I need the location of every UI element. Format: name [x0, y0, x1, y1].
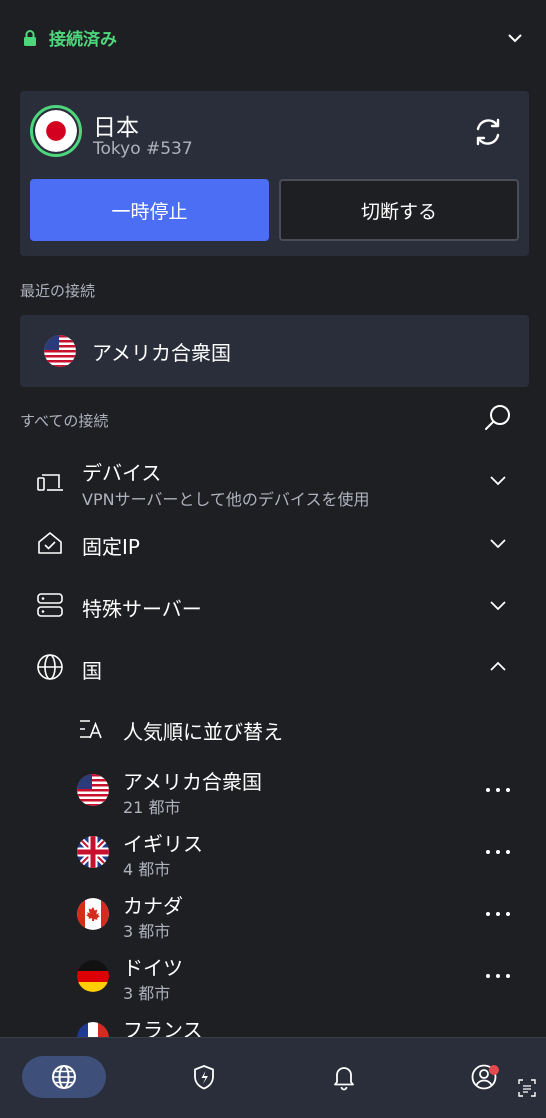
- recent-connections-heading: 最近の接続: [20, 282, 96, 300]
- chevron-down-icon[interactable]: [506, 29, 524, 47]
- pause-button[interactable]: 一時停止: [30, 179, 269, 241]
- bottom-navigation: [0, 1037, 546, 1118]
- country-name: カナダ: [123, 894, 183, 918]
- globe-icon: [37, 654, 63, 680]
- country-item-de[interactable]: ドイツ 3 都市: [0, 946, 546, 1008]
- notification-badge: [489, 1065, 499, 1075]
- lock-icon: [24, 29, 36, 46]
- servers-icon: [37, 593, 63, 617]
- category-subtitle: VPNサーバーとして他のデバイスを使用: [82, 490, 370, 509]
- chevron-down-icon: [490, 601, 506, 611]
- country-item-ca[interactable]: カナダ 3 都市: [0, 884, 546, 946]
- screenshot-scan-icon[interactable]: [518, 1079, 536, 1097]
- connection-status-bar[interactable]: 接続済み: [0, 0, 546, 75]
- country-name: アメリカ合衆国: [123, 770, 262, 794]
- recent-connection-item[interactable]: アメリカ合衆国: [20, 315, 529, 387]
- us-flag-icon: [77, 774, 109, 806]
- canada-flag-icon: [77, 898, 109, 930]
- recent-connection-name: アメリカ合衆国: [92, 340, 231, 365]
- connection-status-text: 接続済み: [49, 30, 117, 50]
- category-specialty-servers[interactable]: 特殊サーバー: [0, 586, 546, 626]
- refresh-icon[interactable]: [471, 115, 505, 149]
- nav-threat-protection[interactable]: [176, 1056, 232, 1098]
- country-name: イギリス: [123, 832, 203, 856]
- bell-icon: [334, 1067, 354, 1091]
- connected-country: 日本: [93, 115, 139, 141]
- country-list: アメリカ合衆国 21 都市 イギリス 4 都市 カナダ 3 都市 ドイツ 3 都…: [0, 760, 546, 1037]
- more-options-icon[interactable]: [484, 906, 512, 922]
- category-title: デバイス: [82, 461, 162, 485]
- globe-icon: [52, 1065, 76, 1089]
- nav-notifications[interactable]: [316, 1056, 372, 1098]
- devices-icon: [37, 474, 63, 491]
- country-name: ドイツ: [123, 956, 183, 980]
- disconnect-button[interactable]: 切断する: [279, 179, 519, 241]
- category-title: 固定IP: [82, 535, 140, 559]
- country-name: フランス: [123, 1018, 203, 1037]
- category-devices[interactable]: デバイス VPNサーバーとして他のデバイスを使用: [0, 452, 546, 512]
- connected-server-card: 日本 Tokyo #537 一時停止 切断する: [20, 91, 529, 256]
- country-item-gb[interactable]: イギリス 4 都市: [0, 822, 546, 884]
- shield-bolt-icon: [194, 1065, 214, 1090]
- germany-flag-icon: [77, 960, 109, 992]
- country-city-count: 3 都市: [123, 984, 171, 1003]
- sort-icon: [80, 720, 102, 739]
- chevron-down-icon: [490, 476, 506, 486]
- category-static-ip[interactable]: 固定IP: [0, 524, 546, 564]
- search-icon[interactable]: [483, 403, 513, 433]
- more-options-icon[interactable]: [484, 844, 512, 860]
- country-item-us[interactable]: アメリカ合衆国 21 都市: [0, 760, 546, 822]
- connected-server-name: Tokyo #537: [93, 139, 193, 159]
- sort-label: 人気順に並び替え: [123, 720, 283, 744]
- category-title: 国: [82, 659, 102, 683]
- more-options-icon[interactable]: [484, 782, 512, 798]
- uk-flag-icon: [77, 836, 109, 868]
- country-city-count: 4 都市: [123, 860, 171, 879]
- more-options-icon[interactable]: [484, 968, 512, 984]
- chevron-down-icon: [490, 539, 506, 549]
- chevron-up-icon: [490, 661, 506, 671]
- nav-countries[interactable]: [22, 1056, 106, 1098]
- country-city-count: 3 都市: [123, 922, 171, 941]
- japan-flag-icon: [30, 105, 82, 157]
- category-countries[interactable]: 国: [0, 648, 546, 688]
- category-title: 特殊サーバー: [82, 597, 202, 621]
- country-city-count: 21 都市: [123, 798, 181, 817]
- us-flag-icon: [44, 335, 76, 367]
- country-item-fr[interactable]: フランス: [0, 1008, 546, 1037]
- home-check-icon: [38, 532, 62, 554]
- france-flag-icon: [77, 1022, 109, 1037]
- nav-profile[interactable]: [456, 1056, 512, 1098]
- sort-by-popularity[interactable]: 人気順に並び替え: [0, 710, 546, 750]
- all-connections-heading: すべての接続: [20, 412, 109, 430]
